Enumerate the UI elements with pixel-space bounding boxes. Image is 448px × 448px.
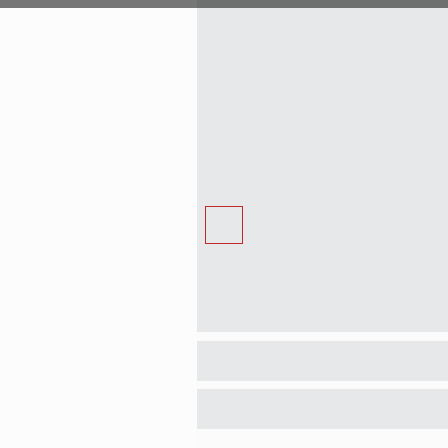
app-window: [0, 0, 448, 448]
list-item[interactable]: [197, 341, 448, 381]
list-item[interactable]: [197, 389, 448, 429]
selection-box[interactable]: [205, 206, 243, 244]
sidebar: [0, 8, 197, 448]
content-panel[interactable]: [197, 8, 448, 332]
title-bar-left: [0, 0, 197, 8]
title-bar: [0, 0, 448, 8]
title-bar-right: [197, 0, 448, 8]
